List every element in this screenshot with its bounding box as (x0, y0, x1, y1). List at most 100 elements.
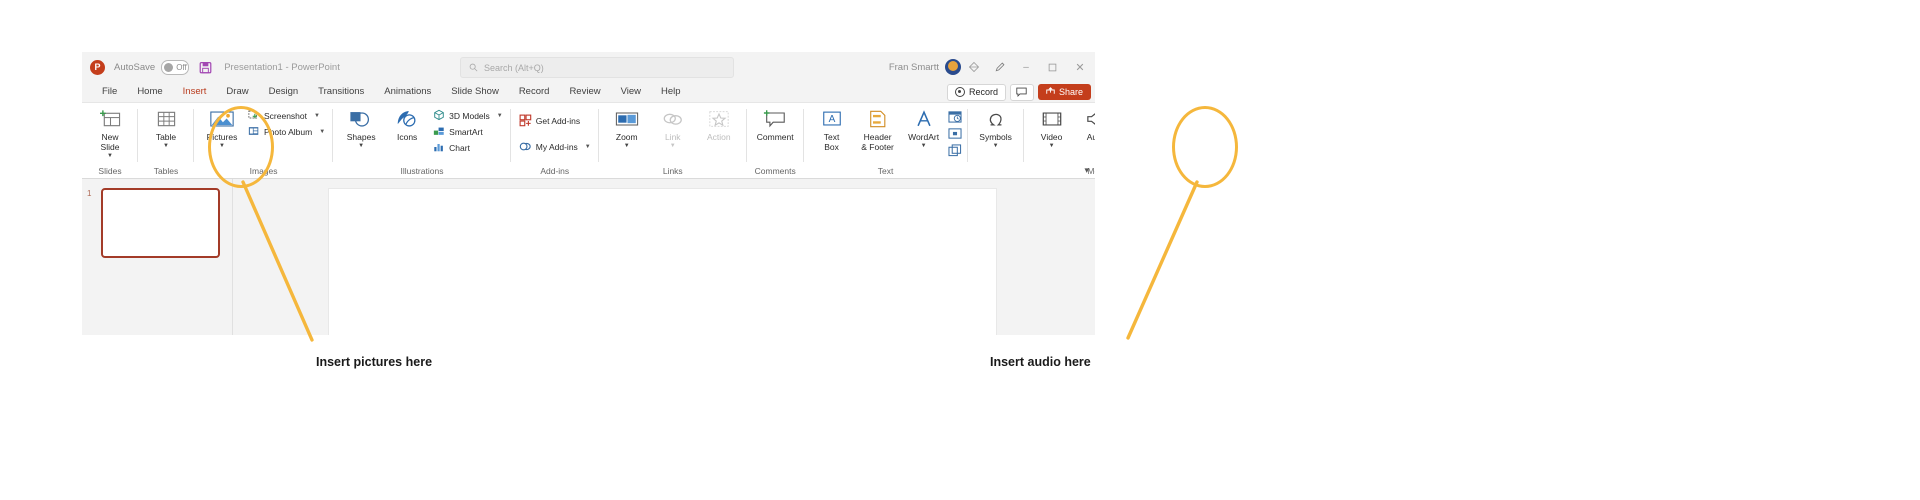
my-addins-icon (519, 140, 532, 155)
autosave-toggle-knob (164, 62, 174, 72)
user-avatar[interactable] (945, 59, 961, 75)
search-box[interactable]: Search (Alt+Q) (460, 57, 734, 78)
tab-help[interactable]: Help (651, 82, 691, 102)
link-button: Link ▼ (650, 107, 696, 150)
maximize-button[interactable] (1039, 52, 1065, 82)
tab-insert[interactable]: Insert (173, 82, 217, 102)
header-footer-button[interactable]: Header & Footer (855, 107, 901, 152)
my-addins-button[interactable]: My Add-ins ▼ (516, 138, 594, 156)
text-box-button[interactable]: A Text Box (809, 107, 855, 152)
tab-slide-show[interactable]: Slide Show (441, 82, 509, 102)
illustrations-small-commands: 3D Models ▼ SmartArt Chart (430, 107, 506, 156)
slide-thumbnail-1[interactable] (101, 188, 220, 258)
chevron-down-icon[interactable]: ▼ (921, 143, 927, 150)
smartart-icon (433, 125, 445, 139)
title-bar-right-controls: Fran Smartt – ✕ (889, 52, 1095, 82)
ribbon-group-label-slides: Slides (98, 166, 122, 176)
share-button-label: Share (1058, 87, 1083, 97)
3d-models-icon (433, 109, 445, 123)
symbols-omega-icon (986, 107, 1006, 129)
icons-icon (395, 107, 419, 129)
close-button[interactable]: ✕ (1065, 52, 1095, 82)
zoom-icon (615, 107, 639, 129)
get-addins-icon (519, 114, 532, 129)
chevron-down-icon[interactable]: ▼ (624, 143, 630, 150)
shapes-button[interactable]: Shapes ▼ (338, 107, 384, 150)
wordart-button[interactable]: WordArt ▼ (901, 107, 947, 150)
ribbon-group-links: Zoom ▼ Link ▼ Action Links (599, 103, 747, 178)
comment-label: Comment (756, 132, 794, 142)
header-footer-label-1: Header (863, 132, 892, 142)
date-time-icon[interactable] (947, 109, 963, 124)
object-icon[interactable] (947, 143, 963, 158)
slide-canvas-area (233, 179, 1095, 335)
ribbon-group-label-symbols (973, 164, 1019, 178)
chevron-down-icon[interactable]: ▼ (993, 143, 999, 150)
zoom-button[interactable]: Zoom ▼ (604, 107, 650, 150)
ribbon-tab-strip: File Home Insert Draw Design Transitions… (82, 82, 1095, 102)
tab-file[interactable]: File (92, 82, 127, 102)
symbols-button[interactable]: Symbols ▼ (973, 107, 1019, 150)
action-button: Action (696, 107, 742, 142)
smartart-button[interactable]: SmartArt (430, 124, 506, 140)
chevron-down-icon[interactable]: ▼ (107, 153, 113, 160)
3d-models-button[interactable]: 3D Models ▼ (430, 108, 506, 124)
tab-record[interactable]: Record (509, 82, 560, 102)
ribbon-display-options-icon[interactable] (961, 52, 987, 82)
ribbon-group-tables: Table ▼ Tables (138, 103, 194, 178)
new-slide-button[interactable]: New Slide ▼ (87, 107, 133, 160)
chevron-down-icon[interactable]: ▼ (497, 113, 503, 119)
tab-home[interactable]: Home (127, 82, 172, 102)
collapse-ribbon-button[interactable]: ▾ (1084, 165, 1089, 176)
tab-design[interactable]: Design (259, 82, 309, 102)
tab-view[interactable]: View (611, 82, 651, 102)
zoom-label: Zoom (615, 132, 638, 142)
record-button[interactable]: Record (946, 83, 1006, 101)
chevron-down-icon[interactable]: ▼ (1049, 143, 1055, 150)
autosave-toggle[interactable]: Off (161, 59, 190, 75)
powerpoint-window: P AutoSave Off Presentation1 - PowerPoin… (82, 52, 1095, 335)
tab-draw[interactable]: Draw (216, 82, 258, 102)
ribbon-group-label-text: Text (877, 166, 894, 176)
share-button[interactable]: Share (1037, 84, 1091, 100)
chart-button[interactable]: Chart (430, 140, 506, 156)
new-slide-label-2: Slide (100, 142, 120, 152)
tab-transitions[interactable]: Transitions (308, 82, 374, 102)
shapes-icon (349, 107, 373, 129)
shapes-label: Shapes (346, 132, 376, 142)
slide-thumbnail-pane: 1 (82, 179, 233, 335)
tab-review[interactable]: Review (559, 82, 610, 102)
slide-number-icon[interactable] (947, 126, 963, 141)
highlight-ellipse-audio (1172, 106, 1238, 188)
get-addins-button[interactable]: Get Add-ins (516, 112, 594, 130)
symbols-label: Symbols (979, 132, 1012, 142)
video-label: Video (1040, 132, 1063, 142)
video-button[interactable]: Video ▼ (1029, 107, 1075, 150)
text-box-label-1: Text (823, 132, 840, 142)
chevron-down-icon[interactable]: ▼ (314, 113, 320, 119)
comment-add-icon (763, 107, 787, 129)
chevron-down-icon[interactable]: ▼ (319, 129, 325, 135)
header-footer-label-2: & Footer (861, 142, 894, 152)
chevron-down-icon[interactable]: ▼ (585, 144, 591, 150)
chevron-down-icon[interactable]: ▼ (358, 143, 364, 150)
chart-label: Chart (449, 143, 470, 153)
text-box-label-2: Box (824, 142, 839, 152)
save-icon[interactable] (199, 61, 212, 74)
3d-models-label: 3D Models (449, 111, 490, 121)
chevron-down-icon[interactable]: ▼ (163, 143, 169, 150)
pen-ink-icon[interactable] (987, 52, 1013, 82)
autosave-state-label: Off (176, 62, 187, 72)
slide-canvas[interactable] (328, 188, 997, 335)
table-icon (156, 107, 177, 129)
audio-button[interactable]: Audio ▼ (1075, 107, 1095, 150)
minimize-button[interactable]: – (1013, 52, 1039, 82)
comment-button[interactable]: Comment (752, 107, 799, 142)
comments-button[interactable] (1009, 83, 1034, 101)
tab-animations[interactable]: Animations (374, 82, 441, 102)
table-button[interactable]: Table ▼ (143, 107, 189, 150)
table-label: Table (155, 132, 177, 142)
tab-strip-actions: Record Share (946, 82, 1091, 102)
icons-button[interactable]: Icons (384, 107, 430, 142)
link-label: Link (664, 132, 681, 142)
